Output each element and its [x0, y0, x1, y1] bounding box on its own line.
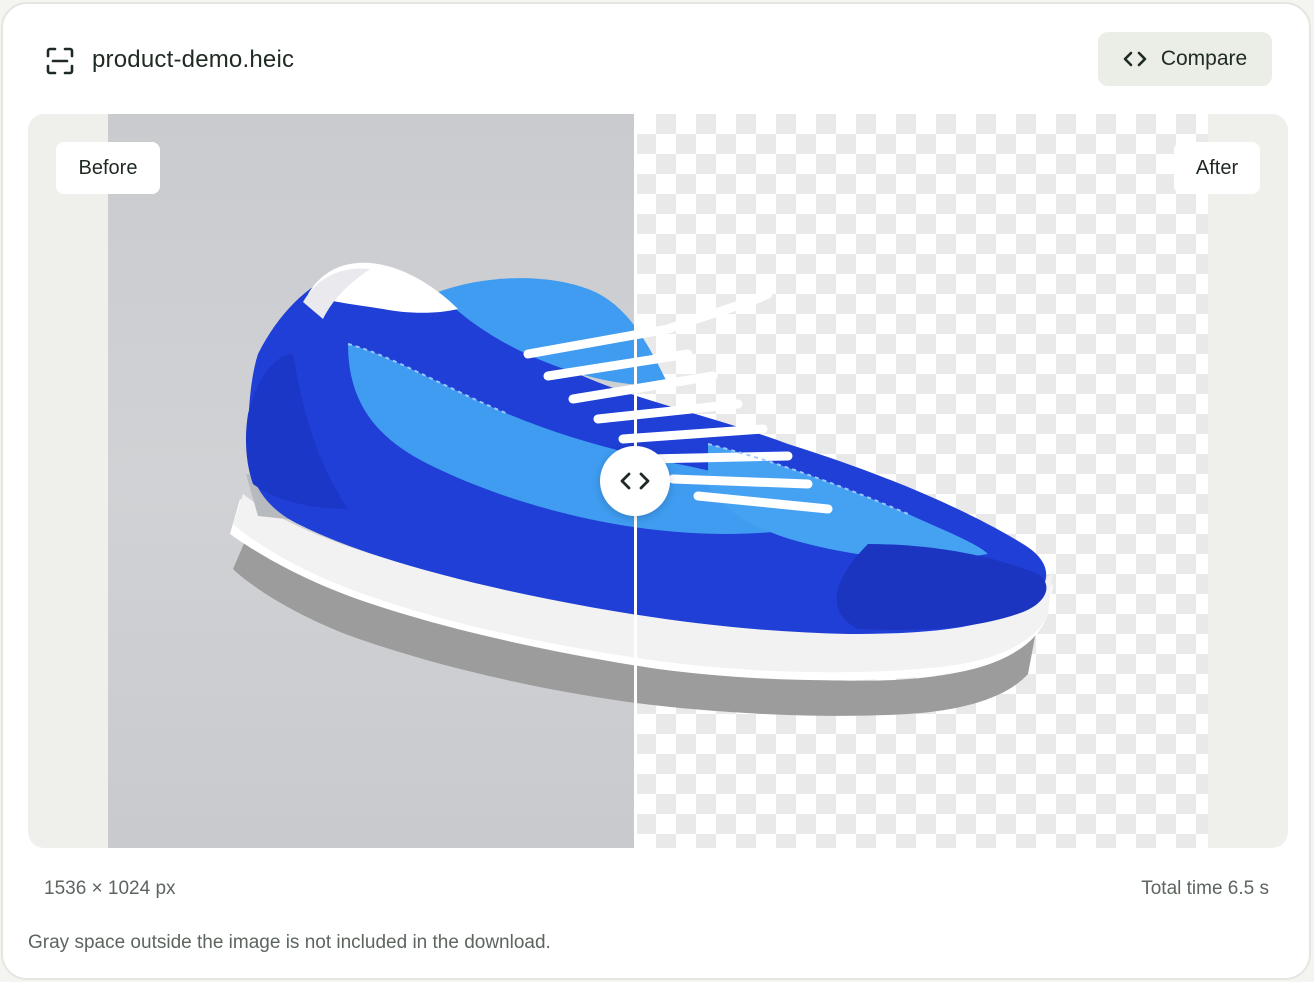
scan-frame-icon: [46, 47, 74, 75]
download-note: Gray space outside the image is not incl…: [28, 932, 551, 953]
processing-time: Total time 6.5 s: [1141, 878, 1269, 899]
comparison-slider-handle[interactable]: [600, 446, 670, 516]
before-label: Before: [56, 142, 160, 194]
card-header: product-demo.heic Compare: [3, 4, 1309, 114]
after-transparent-area: [636, 114, 1208, 848]
before-image-area: [108, 114, 636, 848]
file-name: product-demo.heic: [92, 46, 295, 73]
compare-button[interactable]: Compare: [1098, 32, 1272, 86]
image-result-card: product-demo.heic Compare Before After 1…: [1, 2, 1311, 980]
after-label: After: [1174, 142, 1260, 194]
code-brackets-icon: [1123, 51, 1147, 67]
comparison-viewer[interactable]: Before After: [28, 114, 1288, 848]
image-dimensions: 1536 × 1024 px: [44, 878, 176, 899]
compare-button-label: Compare: [1160, 47, 1248, 70]
chevrons-left-right-icon: [620, 472, 650, 490]
